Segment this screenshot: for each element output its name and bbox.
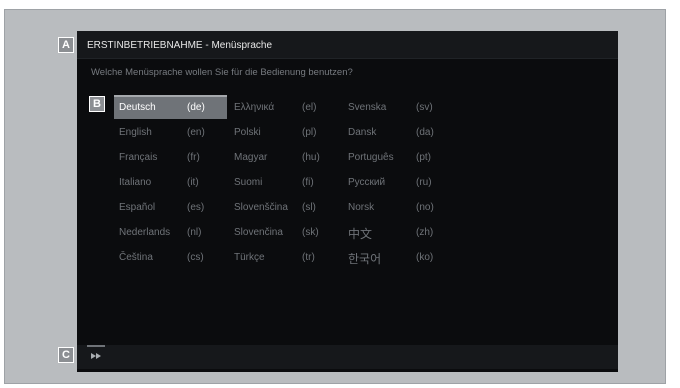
footer-bar (77, 345, 618, 369)
language-code: (da) (416, 127, 434, 138)
language-option-hu[interactable]: Magyar (hu) (229, 147, 339, 169)
language-option-ru[interactable]: Русский (ru) (343, 172, 448, 194)
language-option-pl[interactable]: Polski (pl) (229, 122, 339, 144)
language-code: (hu) (302, 152, 320, 163)
language-code: (it) (187, 177, 199, 188)
language-option-pt[interactable]: Português (pt) (343, 147, 448, 169)
callout-c: C (58, 347, 74, 363)
language-code: (de) (187, 102, 205, 113)
language-code: (pt) (416, 152, 431, 163)
language-code: (es) (187, 202, 205, 213)
language-name: Português (348, 152, 394, 163)
language-name: Español (119, 202, 156, 213)
callout-a: A (58, 37, 74, 53)
language-name: Français (119, 152, 158, 163)
language-name: 中文 (348, 227, 373, 241)
language-code: (sl) (302, 202, 316, 213)
language-name: 한국어 (348, 252, 382, 266)
language-option-nl[interactable]: Nederlands (nl) (114, 222, 227, 244)
language-option-el[interactable]: Ελληνικά (el) (229, 97, 339, 119)
language-name: Dansk (348, 127, 377, 138)
language-name: Deutsch (119, 102, 156, 113)
language-name: Polski (234, 127, 261, 138)
language-option-es[interactable]: Español (es) (114, 197, 227, 219)
language-code: (pl) (302, 127, 317, 138)
language-option-sk[interactable]: Slovenčina (sk) (229, 222, 339, 244)
language-code: (ko) (416, 252, 434, 263)
language-name: Suomi (234, 177, 263, 188)
language-name: Svenska (348, 102, 387, 113)
language-name: Nederlands (119, 227, 171, 238)
language-option-fr[interactable]: Français (fr) (114, 147, 227, 169)
fast-forward-icon[interactable] (91, 351, 103, 361)
language-option-no[interactable]: Norsk (no) (343, 197, 448, 219)
page-title: ERSTINBETRIEBNAHME - Menüsprache (87, 40, 273, 51)
callout-b: B (89, 96, 105, 112)
language-code: (el) (302, 102, 317, 113)
language-code: (tr) (302, 252, 315, 263)
language-name: Русский (348, 177, 386, 188)
language-code: (sv) (416, 102, 433, 113)
language-code: (en) (187, 127, 205, 138)
language-name: Ελληνικά (234, 102, 275, 113)
language-name: Magyar (234, 152, 268, 163)
language-option-fi[interactable]: Suomi (fi) (229, 172, 339, 194)
footer-indicator (87, 345, 105, 347)
language-name: Italiano (119, 177, 152, 188)
language-option-sl[interactable]: Slovenščina (sl) (229, 197, 339, 219)
language-name: Norsk (348, 202, 375, 213)
language-option-da[interactable]: Dansk (da) (343, 122, 448, 144)
language-option-cs[interactable]: Čeština (cs) (114, 247, 227, 269)
language-code: (fr) (187, 152, 200, 163)
language-option-tr[interactable]: Türkçe (tr) (229, 247, 339, 269)
language-code: (cs) (187, 252, 204, 263)
language-code: (fi) (302, 177, 314, 188)
title-bar: ERSTINBETRIEBNAHME - Menüsprache (77, 31, 618, 59)
language-option-sv[interactable]: Svenska (sv) (343, 97, 448, 119)
language-code: (nl) (187, 227, 202, 238)
language-option-zh[interactable]: 中文 (zh) (343, 222, 448, 244)
language-code: (zh) (416, 227, 434, 238)
language-code: (sk) (302, 227, 319, 238)
language-option-ko[interactable]: 한국어 (ko) (343, 247, 448, 269)
language-question: Welche Menüsprache wollen Sie für die Be… (91, 67, 353, 78)
language-code: (no) (416, 202, 434, 213)
language-code: (ru) (416, 177, 432, 188)
language-name: Slovenščina (234, 202, 288, 213)
language-name: Türkçe (234, 252, 265, 263)
language-option-it[interactable]: Italiano (it) (114, 172, 227, 194)
language-option-de[interactable]: Deutsch (de) (114, 97, 227, 119)
language-name: English (119, 127, 152, 138)
language-option-en[interactable]: English (en) (114, 122, 227, 144)
language-name: Slovenčina (234, 227, 283, 238)
language-name: Čeština (119, 252, 153, 263)
